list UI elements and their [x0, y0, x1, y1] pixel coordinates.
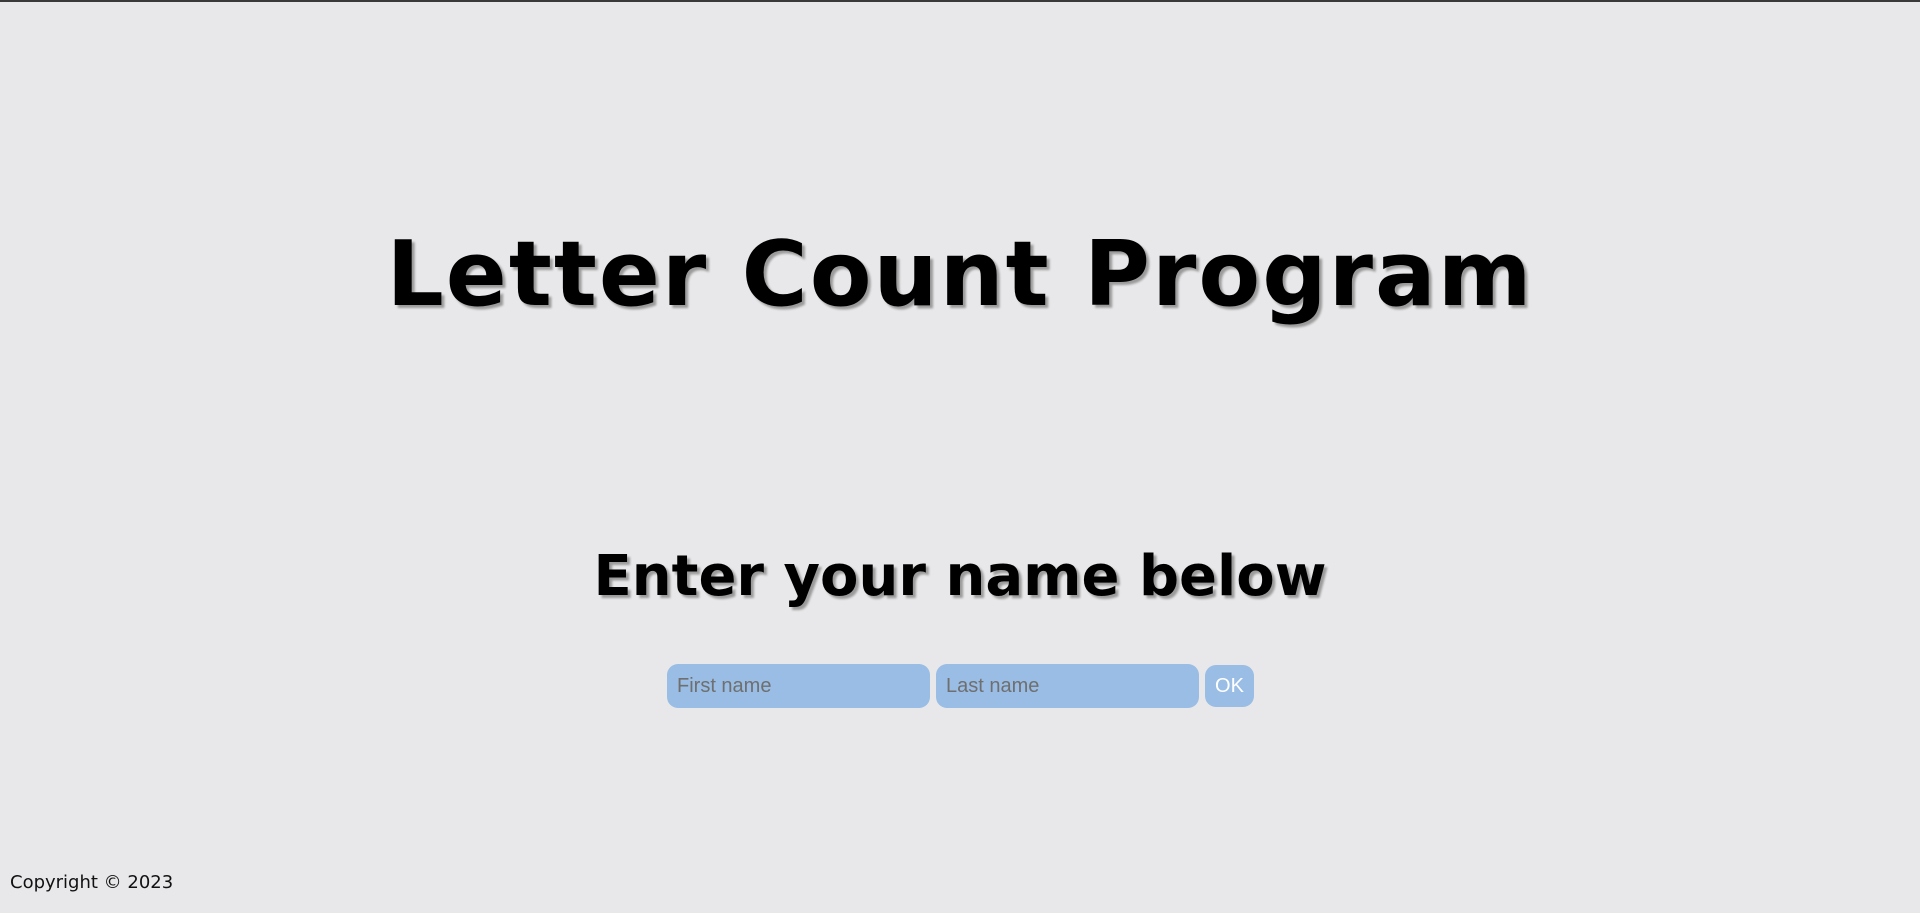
name-form: OK: [667, 664, 1254, 708]
page-title: Letter Count Program: [386, 222, 1534, 327]
first-name-input[interactable]: [667, 664, 930, 708]
instruction-heading: Enter your name below: [593, 544, 1327, 609]
footer-copyright: Copyright © 2023: [10, 872, 174, 893]
ok-button[interactable]: OK: [1205, 665, 1254, 707]
last-name-input[interactable]: [936, 664, 1199, 708]
